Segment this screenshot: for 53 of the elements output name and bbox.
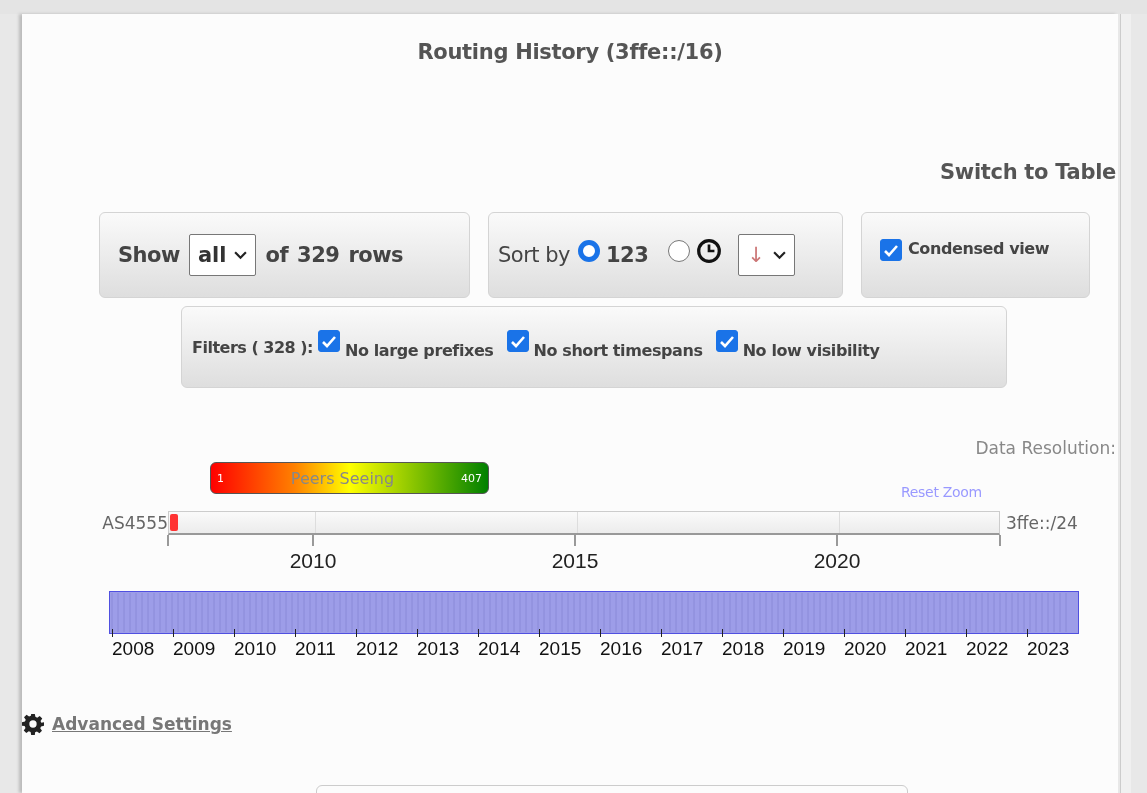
prefix-label: 3ffe::/24: [1006, 513, 1078, 533]
year-label: 2014: [478, 637, 522, 661]
year-label: 2008: [112, 637, 156, 661]
year-label: 2011: [295, 637, 337, 661]
year-label: 2016: [600, 637, 644, 661]
year-label: 2022: [966, 637, 1010, 661]
year-label: 2021: [905, 637, 949, 661]
year-label: 2020: [844, 637, 888, 661]
filter-label: No low visibility: [742, 340, 880, 360]
sort-option-label: 123: [606, 243, 649, 267]
condensed-checkbox[interactable]: [880, 239, 902, 261]
year-label: 2013: [417, 637, 461, 661]
row-count: 329: [297, 243, 340, 267]
of-label: of: [265, 243, 289, 267]
year-label: 2023: [1027, 637, 1071, 661]
row-label: AS4555: [101, 513, 168, 533]
filter-checkbox[interactable]: [715, 330, 738, 352]
rows-label: rows: [348, 243, 404, 267]
switch-to-table-link[interactable]: Switch to Table: [940, 160, 1116, 190]
clock-icon: [696, 238, 723, 264]
filter-label: No large prefixes: [344, 340, 494, 360]
year-label: 2015: [539, 637, 583, 661]
sort-radio[interactable]: [668, 240, 691, 262]
year-label: 2018: [722, 637, 766, 661]
sort-radio[interactable]: [578, 240, 600, 262]
filter-checkbox[interactable]: [506, 330, 529, 352]
year-label: 2010: [234, 637, 278, 661]
gear-icon: [22, 713, 44, 735]
year-label: 2012: [356, 637, 400, 661]
show-label: Show: [118, 243, 180, 267]
axis-label: 2020: [813, 549, 861, 573]
axis-label: 2010: [289, 549, 337, 573]
chevron-icon: [772, 250, 786, 260]
rows-select[interactable]: all: [188, 234, 257, 276]
axis-label: 2015: [551, 549, 599, 573]
filter-label: No short timespans: [533, 340, 703, 360]
filters-label: Filters ( 328 ):: [192, 337, 313, 357]
legend-max: 407: [461, 471, 482, 485]
page-title: Routing History (3ffe::/16): [416, 40, 724, 66]
advanced-settings-link[interactable]: Advanced Settings: [52, 714, 232, 734]
year-label: 2009: [173, 637, 217, 661]
year-label: 2017: [661, 637, 705, 661]
condensed-view-label: Condensed view: [908, 239, 1050, 258]
reset-zoom-button[interactable]: Reset Zoom: [901, 484, 982, 500]
filter-checkbox[interactable]: [317, 330, 340, 352]
data-resolution-label: Data Resolution:: [975, 438, 1116, 460]
direction-select[interactable]: ↓: [738, 234, 795, 276]
visibility-bar: [170, 514, 178, 531]
sort-by-label: Sort by: [498, 243, 570, 267]
legend-title: Peers Seeing: [290, 468, 395, 488]
chevron-icon: [234, 250, 248, 260]
year-label: 2019: [783, 637, 827, 661]
legend-min: 1: [217, 471, 224, 485]
